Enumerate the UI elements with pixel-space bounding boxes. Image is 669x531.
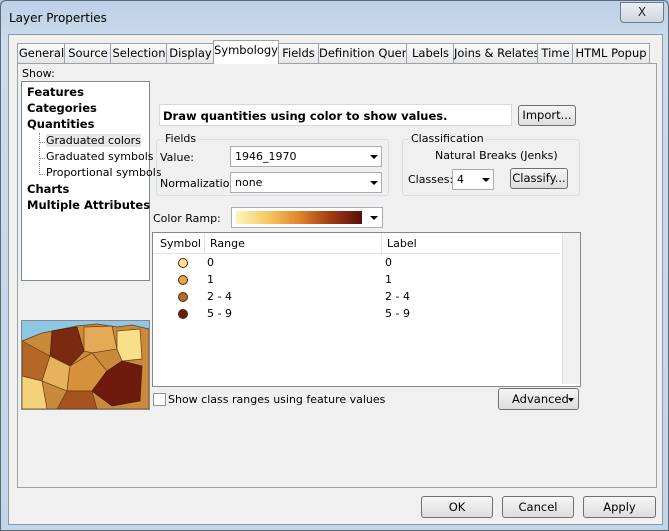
tab-label: Definition Query — [319, 46, 414, 60]
normalization-label: Normalization: — [160, 177, 241, 190]
normalization-field-select[interactable]: none — [230, 172, 382, 193]
apply-button[interactable]: Apply — [583, 496, 656, 518]
advanced-button[interactable]: Advanced — [498, 388, 579, 410]
tree-item-multiple-attributes[interactable]: Multiple Attributes — [27, 198, 150, 212]
classes-label: Classes: — [408, 173, 454, 186]
value-field-select[interactable]: 1946_1970 — [230, 146, 382, 167]
header-range[interactable]: Range — [210, 237, 245, 250]
table-header: Symbol Range Label — [153, 233, 560, 254]
range-cell[interactable]: 0 — [207, 256, 214, 269]
tab-label: General — [18, 46, 65, 60]
tree-item-features[interactable]: Features — [27, 85, 84, 99]
tab-display[interactable]: Display — [166, 43, 215, 63]
classify-button[interactable]: Classify... — [510, 168, 568, 189]
value-label: Value: — [160, 151, 194, 164]
classification-group-title: Classification — [409, 132, 486, 145]
show-class-ranges-label: Show class ranges using feature values — [168, 393, 386, 406]
close-icon: X — [637, 5, 647, 19]
tree-item-graduated-colors[interactable]: Graduated colors — [46, 134, 141, 147]
label-cell[interactable]: 2 - 4 — [385, 290, 410, 303]
close-button[interactable]: X — [620, 2, 664, 23]
tree-connector — [39, 133, 40, 175]
tab-label: Labels — [411, 46, 449, 60]
tab-fields[interactable]: Fields — [277, 43, 320, 63]
chevron-down-icon — [370, 155, 378, 159]
table-scrollbar[interactable] — [562, 233, 580, 384]
column-divider — [204, 233, 205, 253]
symbol-swatch-icon[interactable] — [178, 275, 188, 285]
tree-item-charts[interactable]: Charts — [27, 182, 69, 196]
show-label: Show: — [22, 67, 55, 80]
tab-label: Joins & Relates — [454, 46, 540, 60]
tab-label: Symbology — [214, 43, 278, 57]
classes-text: 4 — [457, 173, 464, 186]
range-cell[interactable]: 1 — [207, 273, 214, 286]
classes-select[interactable]: 4 — [452, 169, 494, 190]
classification-method: Natural Breaks (Jenks) — [435, 149, 558, 162]
color-ramp-swatch — [236, 211, 362, 224]
tab-selection[interactable]: Selection — [110, 43, 168, 63]
tree-connector — [39, 142, 45, 143]
tree-connector — [39, 174, 45, 175]
map-preview-icon — [22, 321, 149, 409]
ok-button[interactable]: OK — [421, 496, 493, 518]
range-cell[interactable]: 2 - 4 — [207, 290, 232, 303]
class-breaks-table[interactable]: Symbol Range Label 0 0 1 1 2 - 4 2 - 4 5… — [152, 232, 581, 387]
range-cell[interactable]: 5 - 9 — [207, 307, 232, 320]
symbol-swatch-icon[interactable] — [178, 292, 188, 302]
dialog-client-area: General Source Selection Display Symbolo… — [8, 34, 663, 525]
tree-item-categories[interactable]: Categories — [27, 101, 97, 115]
color-ramp-select[interactable] — [231, 207, 383, 228]
tab-label: Selection — [112, 46, 166, 60]
tab-label: Fields — [282, 46, 315, 60]
renderer-description: Draw quantities using color to show valu… — [159, 104, 512, 126]
tab-source[interactable]: Source — [64, 43, 112, 63]
chevron-down-icon — [482, 178, 490, 182]
chevron-down-icon — [370, 181, 378, 185]
cancel-button[interactable]: Cancel — [502, 496, 574, 518]
normalization-field-text: none — [235, 176, 263, 189]
tab-label: Display — [169, 46, 212, 60]
window-title: Layer Properties — [9, 11, 107, 25]
label-cell[interactable]: 0 — [385, 256, 392, 269]
tab-time[interactable]: Time — [537, 43, 574, 63]
symbology-panel: Show: Features Categories Quantities Gra… — [17, 63, 657, 488]
tab-label: Time — [541, 46, 570, 60]
tree-item-graduated-symbols[interactable]: Graduated symbols — [46, 150, 154, 163]
color-ramp-label: Color Ramp: — [153, 212, 221, 225]
symbol-swatch-icon[interactable] — [178, 309, 188, 319]
chevron-down-icon — [370, 216, 378, 220]
renderer-tree: Features Categories Quantities Graduated… — [21, 81, 162, 281]
column-divider — [381, 233, 382, 253]
tab-definition-query[interactable]: Definition Query — [318, 43, 413, 63]
tab-symbology[interactable]: Symbology — [213, 40, 279, 64]
tab-general[interactable]: General — [17, 43, 66, 63]
chevron-down-icon — [568, 398, 574, 402]
tab-labels[interactable]: Labels — [406, 43, 455, 63]
show-class-ranges-checkbox[interactable] — [153, 393, 166, 406]
header-label[interactable]: Label — [387, 237, 417, 250]
tab-label: Source — [68, 46, 108, 60]
layer-properties-window: Layer Properties X General Source Select… — [0, 0, 669, 531]
renderer-preview-image — [21, 320, 150, 410]
label-cell[interactable]: 1 — [385, 273, 392, 286]
fields-group-title: Fields — [163, 132, 199, 145]
tab-label: HTML Popup — [575, 46, 647, 60]
advanced-button-label: Advanced — [512, 392, 569, 406]
import-button[interactable]: Import... — [518, 105, 576, 126]
label-cell[interactable]: 5 - 9 — [385, 307, 410, 320]
symbol-swatch-icon[interactable] — [178, 258, 188, 268]
tree-connector — [39, 158, 45, 159]
tab-html-popup[interactable]: HTML Popup — [572, 43, 650, 63]
header-symbol[interactable]: Symbol — [160, 237, 201, 250]
tree-item-proportional-symbols[interactable]: Proportional symbols — [46, 166, 162, 179]
tree-item-quantities[interactable]: Quantities — [27, 117, 94, 131]
value-field-text: 1946_1970 — [235, 150, 297, 163]
tab-joins-relates[interactable]: Joins & Relates — [453, 43, 540, 63]
